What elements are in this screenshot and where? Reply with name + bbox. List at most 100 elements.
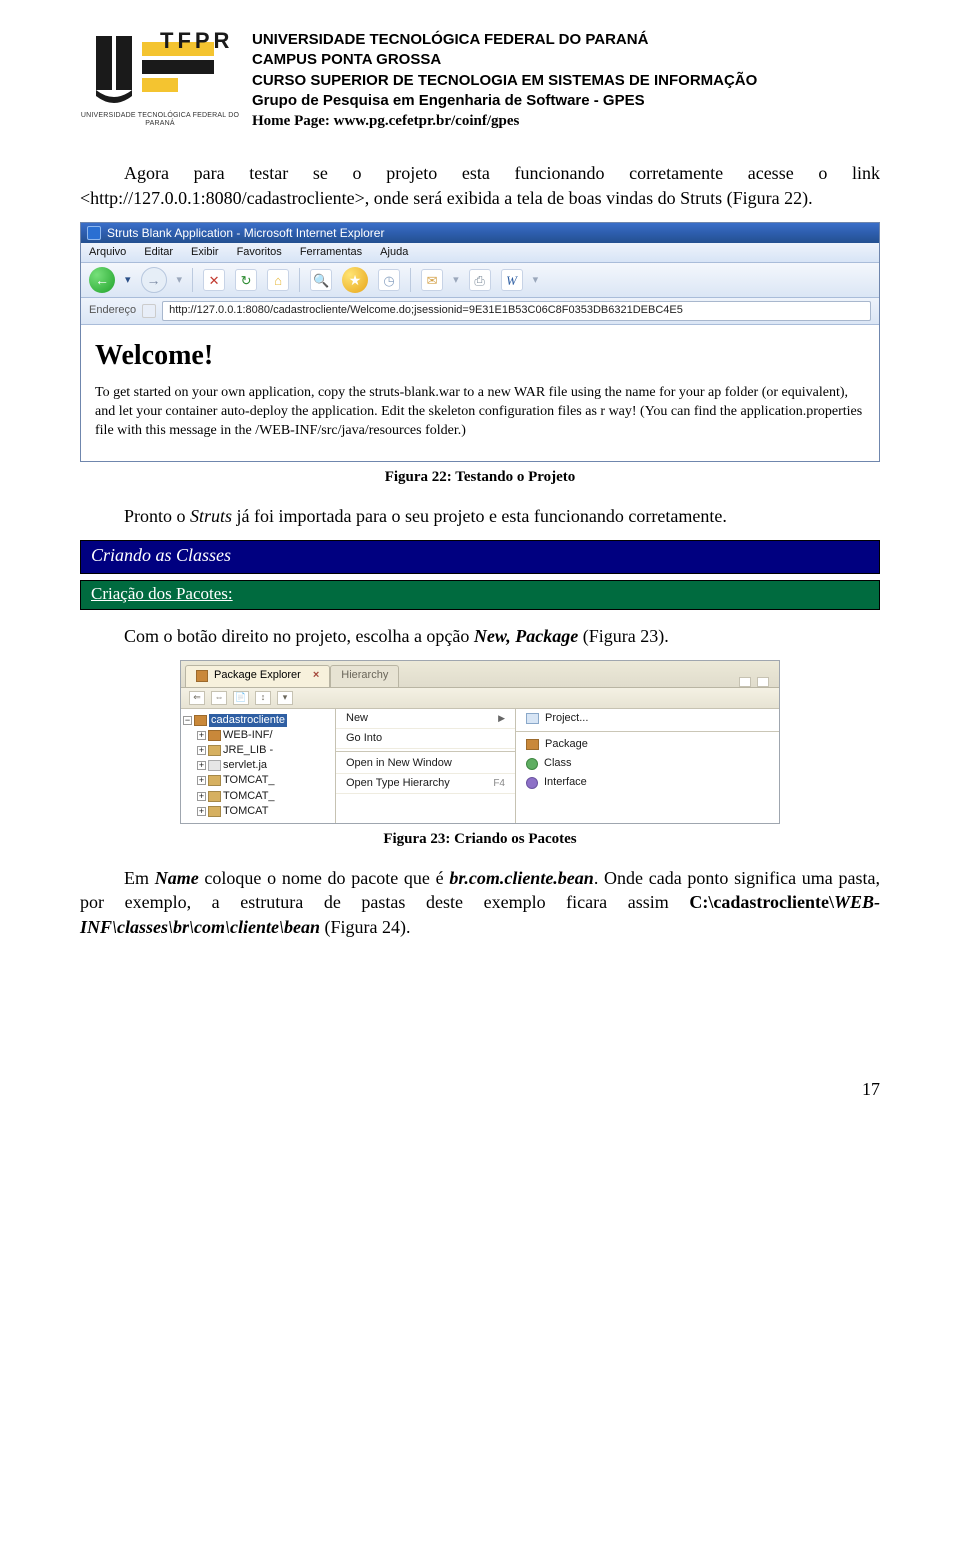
sub-interface[interactable]: Interface	[516, 773, 779, 792]
sub-project[interactable]: Project...	[516, 709, 779, 728]
forward-dropdown-icon[interactable]: ▾	[177, 274, 183, 287]
back-icon[interactable]: ←	[89, 267, 115, 293]
collapse-all-icon[interactable]: ⇐	[189, 691, 205, 705]
browser-address-bar: Endereço http://127.0.0.1:8080/cadastroc…	[81, 298, 879, 324]
ctx-go-into[interactable]: Go Into	[336, 729, 515, 749]
tree-item[interactable]: + servlet.ja	[197, 758, 333, 773]
ctx-open-new-window[interactable]: Open in New Window	[336, 754, 515, 774]
tree-item[interactable]: + WEB-INF/	[197, 728, 333, 743]
menu-arquivo[interactable]: Arquivo	[89, 246, 126, 259]
refresh-icon[interactable]: ↻	[235, 269, 257, 291]
toolbar-separator-3	[410, 268, 411, 292]
para2-prefix: Pronto o	[124, 506, 190, 526]
para2-struts: Struts	[190, 506, 232, 526]
tab-hierarchy-label: Hierarchy	[341, 669, 388, 682]
interface-icon	[526, 777, 538, 789]
link-editor-icon[interactable]: ⇔	[211, 691, 227, 705]
ctx-open-new-window-label: Open in New Window	[346, 757, 452, 770]
tree-item[interactable]: +TOMCAT_	[197, 789, 333, 804]
address-page-icon	[142, 304, 156, 318]
expand-icon[interactable]: +	[197, 776, 206, 785]
browser-title-bar: Struts Blank Application - Microsoft Int…	[81, 223, 879, 243]
context-menu: New▶ Go Into Open in New Window Open Typ…	[336, 709, 516, 823]
address-label: Endereço	[89, 304, 136, 317]
menu-editar[interactable]: Editar	[144, 246, 173, 259]
tab-hierarchy[interactable]: Hierarchy	[330, 665, 399, 686]
para4-name: Name	[155, 868, 199, 888]
menu-favoritos[interactable]: Favoritos	[237, 246, 282, 259]
ctx-new-label: New	[346, 712, 368, 725]
menu-exibir[interactable]: Exibir	[191, 246, 219, 259]
ctx-open-type-hierarchy[interactable]: Open Type HierarchyF4	[336, 774, 515, 794]
expand-icon[interactable]: −	[183, 716, 192, 725]
home-icon[interactable]: ⌂	[267, 269, 289, 291]
browser-title-text: Struts Blank Application - Microsoft Int…	[107, 226, 384, 240]
search-icon[interactable]: 🔍	[310, 269, 332, 291]
stop-icon[interactable]: ✕	[203, 269, 225, 291]
mail-dropdown-icon[interactable]: ▾	[453, 274, 459, 287]
expand-icon[interactable]: +	[197, 731, 206, 740]
address-input[interactable]: http://127.0.0.1:8080/cadastrocliente/We…	[162, 301, 871, 320]
sub-package[interactable]: Package	[516, 735, 779, 754]
para3-option: New, Package	[474, 626, 578, 646]
para2-suffix: já foi importada para o seu projeto e es…	[232, 506, 727, 526]
logo: TFPR UNIVERSIDADE TECNOLÓGICA FEDERAL DO…	[80, 30, 240, 129]
ie-logo-icon	[87, 226, 101, 240]
view-toolbar-icons	[739, 677, 775, 687]
toolbar-separator-2	[299, 268, 300, 292]
menu-ferramentas[interactable]: Ferramentas	[300, 246, 362, 259]
toolbar-separator	[192, 268, 193, 292]
header-line-2: CAMPUS PONTA GROSSA	[252, 50, 757, 70]
print-icon[interactable]: ⎙	[469, 269, 491, 291]
library-icon	[208, 775, 221, 786]
edit-w-icon[interactable]: W	[501, 269, 523, 291]
filter-icon[interactable]: 📄	[233, 691, 249, 705]
sub-project-label: Project...	[545, 712, 588, 725]
header-text-block: UNIVERSIDADE TECNOLÓGICA FEDERAL DO PARA…	[252, 30, 757, 131]
expand-icon[interactable]: +	[197, 807, 206, 816]
logo-caption: UNIVERSIDADE TECNOLÓGICA FEDERAL DO PARA…	[80, 112, 240, 129]
para-after-fig22: Pronto o Struts já foi importada para o …	[80, 504, 880, 528]
eclipse-body: − cadastrocliente + WEB-INF/ +JRE_LIB - +…	[181, 709, 779, 823]
welcome-heading: Welcome!	[95, 339, 865, 373]
tree-item-label: servlet.ja	[223, 759, 267, 772]
expand-icon[interactable]: +	[197, 761, 206, 770]
package-icon	[526, 739, 539, 750]
expand-icon[interactable]: +	[197, 792, 206, 801]
w-dropdown-icon[interactable]: ▾	[533, 274, 539, 287]
history-icon[interactable]: ◷	[378, 269, 400, 291]
forward-icon[interactable]: →	[141, 267, 167, 293]
para3-prefix: Com o botão direito no projeto, escolha …	[124, 626, 474, 646]
tree-item[interactable]: +JRE_LIB -	[197, 743, 333, 758]
mail-icon[interactable]: ✉	[421, 269, 443, 291]
tree-root-project[interactable]: − cadastrocliente	[183, 713, 333, 728]
para1-suffix: >, onde será exibida a tela de boas vind…	[355, 188, 813, 208]
homepage-label: Home Page:	[252, 113, 334, 129]
favorites-icon[interactable]: ★	[342, 267, 368, 293]
ctx-go-into-label: Go Into	[346, 732, 382, 745]
tree-project-label: cadastrocliente	[209, 714, 287, 727]
utfpr-logo-icon: TFPR	[90, 30, 230, 108]
para3-suffix: (Figura 23).	[578, 626, 668, 646]
svg-text:TFPR: TFPR	[160, 30, 230, 53]
tab-package-explorer[interactable]: Package Explorer ×	[185, 665, 330, 686]
expand-icon[interactable]: +	[197, 746, 206, 755]
fig22-caption: Figura 22: Testando o Projeto	[80, 468, 880, 486]
tree-item[interactable]: +TOMCAT	[197, 804, 333, 819]
menu-icon[interactable]: ▾	[277, 691, 293, 705]
menu-ajuda[interactable]: Ajuda	[380, 246, 408, 259]
maximize-icon[interactable]	[757, 677, 769, 687]
header-homepage: Home Page: www.pg.cefetpr.br/coinf/gpes	[252, 111, 757, 131]
eclipse-window-fig23: Package Explorer × Hierarchy ⇐ ⇔ 📄 ↕ ▾ −…	[180, 660, 780, 824]
class-icon	[526, 758, 538, 770]
tree-item-label: WEB-INF/	[223, 729, 273, 742]
close-icon[interactable]: ×	[313, 669, 319, 682]
tree-item[interactable]: +TOMCAT_	[197, 773, 333, 788]
ctx-new[interactable]: New▶	[336, 709, 515, 729]
submenu-separator	[516, 731, 779, 732]
back-dropdown-icon[interactable]: ▾	[125, 274, 131, 287]
minimize-icon[interactable]	[739, 677, 751, 687]
para4-path-prefix: C:\cadastrocliente\	[689, 892, 834, 912]
sort-icon[interactable]: ↕	[255, 691, 271, 705]
sub-class[interactable]: Class	[516, 754, 779, 773]
